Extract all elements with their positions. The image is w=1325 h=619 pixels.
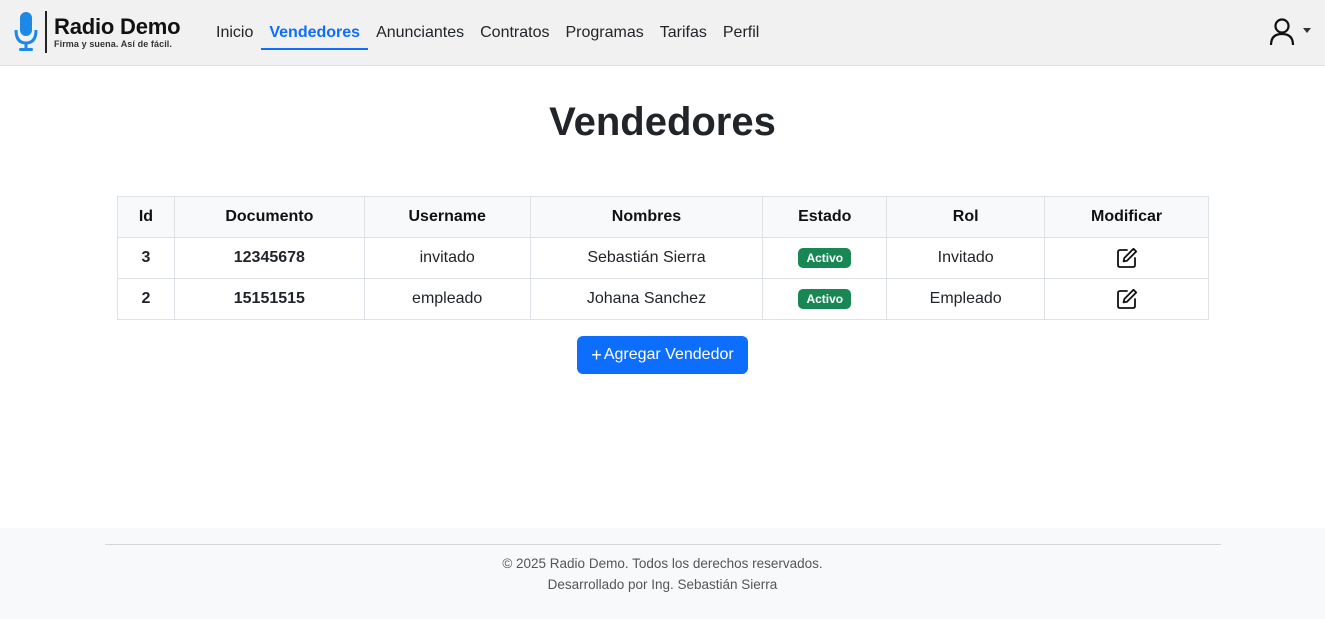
footer: © 2025 Radio Demo. Todos los derechos re…: [0, 528, 1325, 619]
edit-pencil-icon[interactable]: [1116, 247, 1138, 269]
table-header-row: Id Documento Username Nombres Estado Rol…: [117, 196, 1209, 238]
add-seller-label: Agregar Vendedor: [603, 346, 734, 363]
status-badge: Activo: [798, 248, 852, 268]
column-header-modificar: Modificar: [1044, 196, 1209, 238]
footer-divider: [105, 544, 1221, 545]
column-header-estado: Estado: [762, 196, 888, 238]
column-header-nombres: Nombres: [529, 196, 764, 238]
cell-documento: 12345678: [173, 237, 365, 279]
brand-logo[interactable]: Radio Demo Firma y suena. Así de fácil.: [13, 9, 181, 55]
cell-modificar: [1044, 237, 1209, 279]
edit-pencil-icon[interactable]: [1116, 288, 1138, 310]
user-menu-dropdown[interactable]: [1269, 18, 1311, 46]
column-header-username: Username: [363, 196, 531, 238]
nav-item-anunciantes[interactable]: Anunciantes: [368, 18, 472, 50]
user-icon: [1269, 18, 1295, 46]
cell-username: invitado: [363, 237, 531, 279]
cell-modificar: [1044, 278, 1209, 320]
navbar: Radio Demo Firma y suena. Así de fácil. …: [0, 0, 1325, 66]
status-badge: Activo: [798, 289, 852, 309]
nav-item-inicio[interactable]: Inicio: [208, 18, 261, 50]
column-header-id: Id: [117, 196, 175, 238]
cell-rol: Empleado: [886, 278, 1046, 320]
column-header-documento: Documento: [173, 196, 365, 238]
main-nav: Inicio Vendedores Anunciantes Contratos …: [208, 18, 767, 50]
plus-icon: +: [591, 345, 602, 365]
sellers-table: Id Documento Username Nombres Estado Rol…: [117, 196, 1209, 320]
cell-estado: Activo: [762, 237, 888, 279]
cell-username: empleado: [363, 278, 531, 320]
chevron-down-icon: [1303, 27, 1311, 33]
cell-nombres: Sebastián Sierra: [529, 237, 764, 279]
cell-id: 2: [117, 278, 175, 320]
microphone-icon: [14, 12, 38, 51]
cell-rol: Invitado: [886, 237, 1046, 279]
table-row: 2 15151515 empleado Johana Sanchez Activ…: [117, 278, 1209, 320]
brand-name: Radio Demo: [54, 14, 181, 39]
page-title: Vendedores: [549, 100, 776, 144]
column-header-rol: Rol: [886, 196, 1046, 238]
table-row: 3 12345678 invitado Sebastián Sierra Act…: [117, 237, 1209, 279]
brand-divider: [45, 11, 47, 53]
nav-item-vendedores[interactable]: Vendedores: [261, 18, 369, 50]
nav-item-programas[interactable]: Programas: [558, 18, 652, 50]
nav-item-perfil[interactable]: Perfil: [715, 18, 767, 50]
footer-copyright: © 2025 Radio Demo. Todos los derechos re…: [502, 556, 823, 571]
nav-item-contratos[interactable]: Contratos: [472, 18, 557, 50]
footer-credits: Desarrollado por Ing. Sebastián Sierra: [547, 577, 778, 592]
cell-nombres: Johana Sanchez: [529, 278, 764, 320]
cell-documento: 15151515: [173, 278, 365, 320]
cell-estado: Activo: [762, 278, 888, 320]
add-seller-button[interactable]: + Agregar Vendedor: [577, 336, 748, 374]
nav-item-tarifas[interactable]: Tarifas: [652, 18, 715, 50]
cell-id: 3: [117, 237, 175, 279]
brand-tagline: Firma y suena. Así de fácil.: [54, 39, 173, 49]
